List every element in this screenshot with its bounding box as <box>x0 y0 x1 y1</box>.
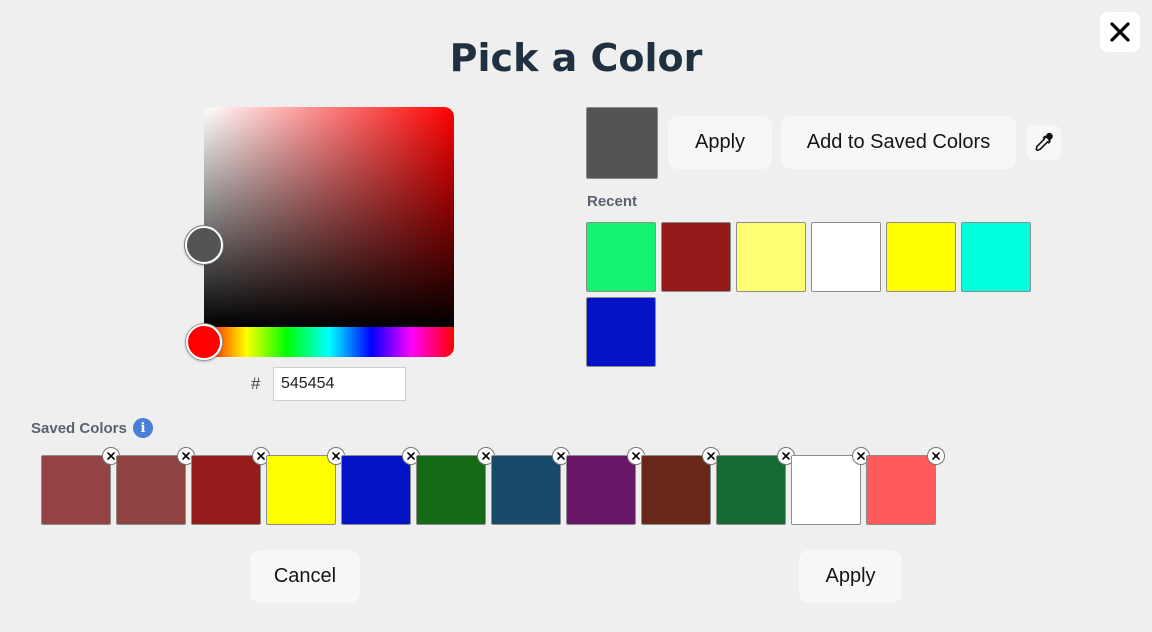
remove-icon <box>482 452 490 460</box>
saved-color-swatch[interactable] <box>41 455 111 525</box>
saved-color-item <box>566 447 645 525</box>
saturation-value-handle[interactable] <box>185 226 223 264</box>
remove-icon <box>257 452 265 460</box>
dialog-title: Pick a Color <box>449 36 703 80</box>
saved-color-swatch[interactable] <box>266 455 336 525</box>
recent-color-swatch[interactable] <box>661 222 731 292</box>
current-color-preview <box>586 107 658 179</box>
recent-color-swatch[interactable] <box>886 222 956 292</box>
recent-color-swatch[interactable] <box>736 222 806 292</box>
remove-icon <box>407 452 415 460</box>
saved-color-swatch[interactable] <box>341 455 411 525</box>
remove-icon <box>632 452 640 460</box>
saturation-value-area[interactable] <box>204 107 454 327</box>
recent-color-swatch[interactable] <box>586 297 656 367</box>
remove-icon <box>857 452 865 460</box>
saved-color-swatch[interactable] <box>416 455 486 525</box>
remove-icon <box>707 452 715 460</box>
saved-color-item <box>116 447 195 525</box>
remove-icon <box>782 452 790 460</box>
saved-color-swatch[interactable] <box>791 455 861 525</box>
saved-color-item <box>491 447 570 525</box>
saved-color-swatch[interactable] <box>866 455 936 525</box>
hue-slider-handle[interactable] <box>186 324 222 360</box>
saved-colors-label: Saved Colors <box>31 420 127 437</box>
saved-color-swatch[interactable] <box>716 455 786 525</box>
add-to-saved-colors-button[interactable]: Add to Saved Colors <box>781 116 1016 169</box>
remove-saved-color-button[interactable] <box>927 447 945 465</box>
saved-color-item <box>341 447 420 525</box>
saved-color-item <box>866 447 945 525</box>
remove-icon <box>932 452 940 460</box>
remove-icon <box>182 452 190 460</box>
info-icon[interactable]: i <box>133 418 153 438</box>
saved-colors-row <box>41 447 945 525</box>
footer-apply-button[interactable]: Apply <box>799 550 902 603</box>
hex-input[interactable] <box>273 367 406 401</box>
saved-color-swatch[interactable] <box>491 455 561 525</box>
saved-color-item <box>41 447 120 525</box>
eyedropper-icon <box>1034 132 1053 151</box>
remove-icon <box>557 452 565 460</box>
recent-color-swatch[interactable] <box>586 222 656 292</box>
saved-color-item <box>416 447 495 525</box>
hex-prefix-label: # <box>251 374 261 393</box>
saved-color-item <box>641 447 720 525</box>
saved-color-swatch[interactable] <box>641 455 711 525</box>
cancel-button[interactable]: Cancel <box>250 550 360 603</box>
saved-color-item <box>266 447 345 525</box>
saved-color-item <box>791 447 870 525</box>
saved-color-swatch[interactable] <box>566 455 636 525</box>
apply-button[interactable]: Apply <box>668 116 772 169</box>
recent-label: Recent <box>587 193 638 210</box>
remove-icon <box>332 452 340 460</box>
hue-slider[interactable] <box>204 327 454 357</box>
recent-color-swatch[interactable] <box>961 222 1031 292</box>
eyedropper-button[interactable] <box>1026 125 1061 160</box>
saved-color-swatch[interactable] <box>116 455 186 525</box>
saved-color-item <box>191 447 270 525</box>
saved-color-item <box>716 447 795 525</box>
recent-colors-grid <box>586 222 1046 367</box>
saved-color-swatch[interactable] <box>191 455 261 525</box>
remove-icon <box>107 452 115 460</box>
recent-color-swatch[interactable] <box>811 222 881 292</box>
